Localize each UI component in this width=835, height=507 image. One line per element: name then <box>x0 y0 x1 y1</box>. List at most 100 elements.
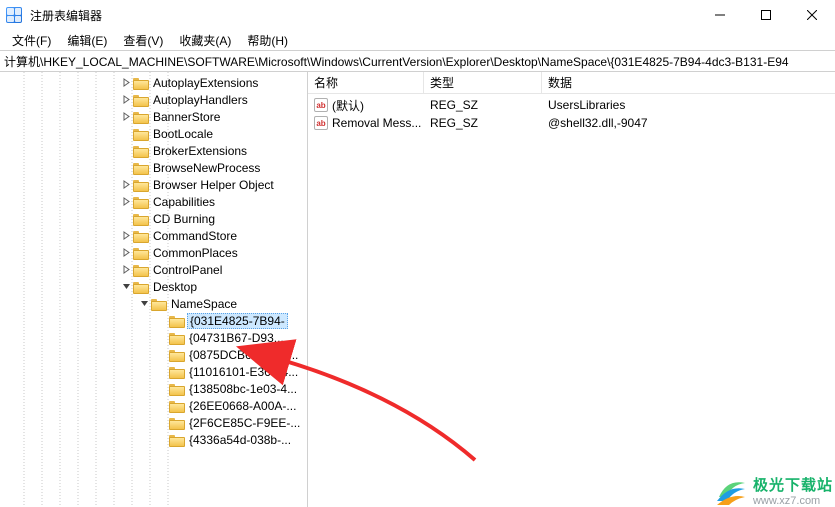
tree-item[interactable]: BrowseNewProcess <box>0 159 307 176</box>
chevron-none <box>156 400 168 412</box>
tree-item-label: {0875DCB6-C686-... <box>189 348 298 362</box>
tree-item[interactable]: BannerStore <box>0 108 307 125</box>
regedit-app-icon <box>6 7 22 23</box>
watermark: 极光下载站 www.xz7.com <box>715 474 833 507</box>
address-bar[interactable]: 计算机\HKEY_LOCAL_MACHINE\SOFTWARE\Microsof… <box>0 50 835 72</box>
tree-item-label: {11016101-E366-4... <box>189 365 298 379</box>
folder-icon <box>133 263 149 277</box>
tree-item[interactable]: {2F6CE85C-F9EE-... <box>0 414 307 431</box>
tree-item-label: BrowseNewProcess <box>153 161 260 175</box>
tree-item-label: AutoplayHandlers <box>153 93 248 107</box>
tree-item[interactable]: {11016101-E366-4... <box>0 363 307 380</box>
tree-item-label: BrokerExtensions <box>153 144 247 158</box>
folder-icon <box>169 399 185 413</box>
chevron-down-icon[interactable] <box>138 298 150 310</box>
chevron-none <box>156 315 168 327</box>
tree-item-label: Capabilities <box>153 195 215 209</box>
chevron-none <box>156 349 168 361</box>
chevron-none <box>156 332 168 344</box>
value-data: @shell32.dll,-9047 <box>542 116 835 130</box>
tree-item[interactable]: CommonPlaces <box>0 244 307 261</box>
value-data: UsersLibraries <box>542 98 835 112</box>
folder-icon <box>151 297 167 311</box>
chevron-none <box>156 417 168 429</box>
list-row[interactable]: ab(默认)REG_SZUsersLibraries <box>308 96 835 114</box>
folder-icon <box>133 178 149 192</box>
menu-favorites[interactable]: 收藏夹(A) <box>171 30 239 51</box>
menubar: 文件(F) 编辑(E) 查看(V) 收藏夹(A) 帮助(H) <box>0 30 835 50</box>
tree-item[interactable]: AutoplayHandlers <box>0 91 307 108</box>
tree-item-label: {4336a54d-038b-... <box>189 433 291 447</box>
column-name[interactable]: 名称 <box>308 72 424 93</box>
tree-pane[interactable]: AutoplayExtensions AutoplayHandlers Banner… <box>0 72 308 507</box>
folder-icon <box>133 161 149 175</box>
tree-item[interactable]: Desktop <box>0 278 307 295</box>
tree-item[interactable]: NameSpace <box>0 295 307 312</box>
chevron-right-icon[interactable] <box>120 179 132 191</box>
folder-icon <box>133 195 149 209</box>
tree-item-label: {138508bc-1e03-4... <box>189 382 297 396</box>
menu-file[interactable]: 文件(F) <box>4 30 59 51</box>
tree-item-label: {26EE0668-A00A-... <box>189 399 296 413</box>
chevron-none <box>120 128 132 140</box>
column-type[interactable]: 类型 <box>424 72 542 93</box>
chevron-right-icon[interactable] <box>120 247 132 259</box>
folder-icon <box>133 127 149 141</box>
tree-item[interactable]: {4336a54d-038b-... <box>0 431 307 448</box>
chevron-right-icon[interactable] <box>120 230 132 242</box>
folder-icon <box>133 246 149 260</box>
tree-item-label: Desktop <box>153 280 197 294</box>
maximize-button[interactable] <box>743 0 789 30</box>
chevron-down-icon[interactable] <box>120 281 132 293</box>
tree-item[interactable]: ControlPanel <box>0 261 307 278</box>
tree-item-label: CommonPlaces <box>153 246 238 260</box>
folder-icon <box>169 314 185 328</box>
values-pane[interactable]: 名称 类型 数据 ab(默认)REG_SZUsersLibrariesabRem… <box>308 72 835 507</box>
tree-item-label: CommandStore <box>153 229 237 243</box>
close-button[interactable] <box>789 0 835 30</box>
chevron-none <box>120 145 132 157</box>
tree-item[interactable]: {26EE0668-A00A-... <box>0 397 307 414</box>
tree-item[interactable]: CommandStore <box>0 227 307 244</box>
tree-item[interactable]: Capabilities <box>0 193 307 210</box>
value-type: REG_SZ <box>424 98 542 112</box>
list-row[interactable]: abRemoval Mess...REG_SZ@shell32.dll,-904… <box>308 114 835 132</box>
folder-icon <box>133 76 149 90</box>
menu-view[interactable]: 查看(V) <box>115 30 171 51</box>
tree-item[interactable]: Browser Helper Object <box>0 176 307 193</box>
chevron-right-icon[interactable] <box>120 77 132 89</box>
column-data[interactable]: 数据 <box>542 72 835 93</box>
tree-item[interactable]: {04731B67-D93... <box>0 329 307 346</box>
menu-help[interactable]: 帮助(H) <box>239 30 296 51</box>
chevron-right-icon[interactable] <box>120 111 132 123</box>
tree-item-label: CD Burning <box>153 212 215 226</box>
tree-item-label: BannerStore <box>153 110 220 124</box>
folder-icon <box>133 110 149 124</box>
value-name: (默认) <box>332 97 364 114</box>
window-title: 注册表编辑器 <box>30 7 102 24</box>
chevron-right-icon[interactable] <box>120 196 132 208</box>
value-name: Removal Mess... <box>332 116 421 130</box>
folder-icon <box>169 382 185 396</box>
tree-item-label: Browser Helper Object <box>153 178 274 192</box>
tree-item[interactable]: BrokerExtensions <box>0 142 307 159</box>
tree-item-label: {2F6CE85C-F9EE-... <box>189 416 300 430</box>
chevron-right-icon[interactable] <box>120 264 132 276</box>
tree-item[interactable]: {138508bc-1e03-4... <box>0 380 307 397</box>
menu-edit[interactable]: 编辑(E) <box>59 30 115 51</box>
minimize-button[interactable] <box>697 0 743 30</box>
tree-item[interactable]: {0875DCB6-C686-... <box>0 346 307 363</box>
folder-icon <box>169 348 185 362</box>
chevron-none <box>156 383 168 395</box>
tree-item[interactable]: {031E4825-7B94- <box>0 312 307 329</box>
folder-icon <box>133 212 149 226</box>
watermark-name: 极光下载站 <box>753 474 833 495</box>
folder-icon <box>133 280 149 294</box>
folder-icon <box>169 365 185 379</box>
tree-item[interactable]: BootLocale <box>0 125 307 142</box>
chevron-none <box>156 366 168 378</box>
chevron-right-icon[interactable] <box>120 94 132 106</box>
list-header: 名称 类型 数据 <box>308 72 835 94</box>
tree-item[interactable]: CD Burning <box>0 210 307 227</box>
tree-item[interactable]: AutoplayExtensions <box>0 74 307 91</box>
